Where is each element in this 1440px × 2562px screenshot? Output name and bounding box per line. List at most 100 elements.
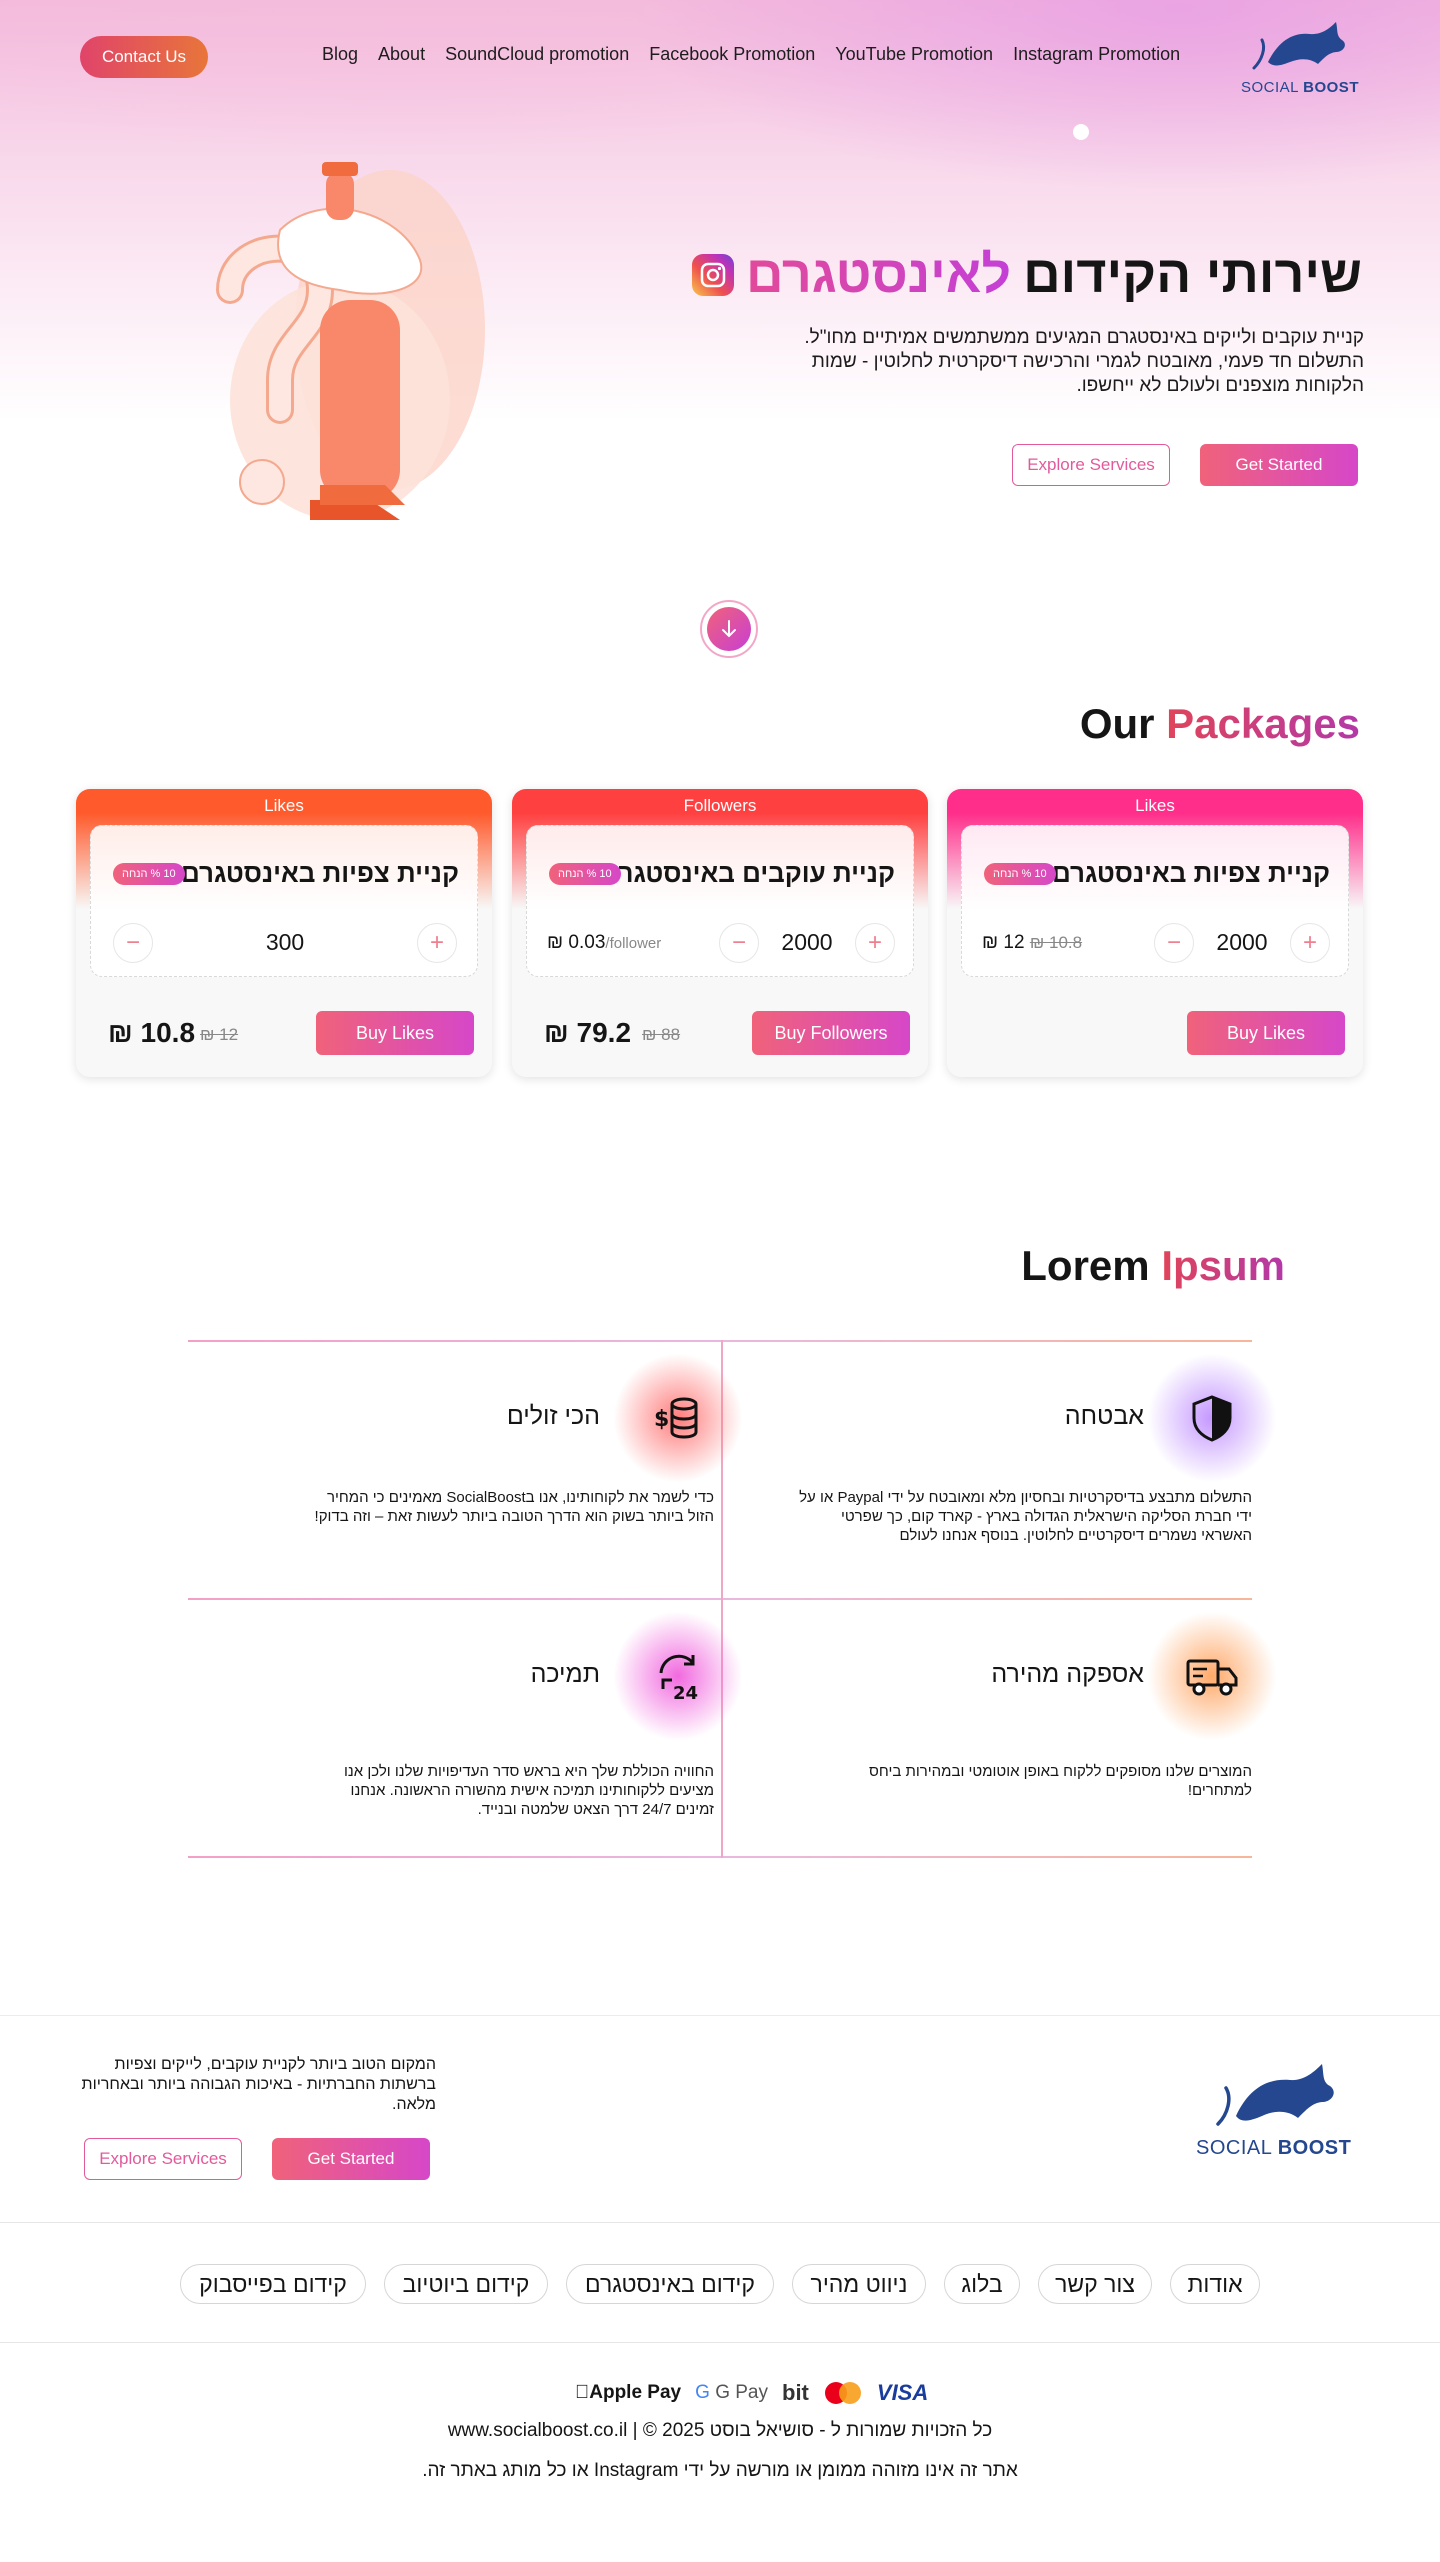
divider-line [188,1340,1252,1342]
visa-icon: VISA [862,2380,928,2405]
unit-price: ₪ 12 ₪ 10.8 [982,932,1082,954]
buy-likes-button[interactable]: Buy Likes [1187,1011,1345,1055]
payment-methods: Apple Pay G G Pay bit VISA [575,2380,928,2406]
quantity-value[interactable]: 2000 [1198,929,1286,956]
decrease-button[interactable]: − [719,923,759,963]
features-heading-plain: Lorem [1021,1242,1150,1289]
card-inner-box: קניית צפיות באינסטגרם 10 % הנחה ₪ 12 ₪ 1… [961,825,1349,977]
site-logo[interactable]: SOCIAL BOOST [1240,18,1360,98]
logo-text-social: SOCIAL [1196,2137,1272,2159]
buy-likes-button[interactable]: Buy Likes [316,1011,474,1055]
feature-title-security: אבטחה [1064,1402,1144,1430]
unit-price-value: ₪ 0.03 [547,932,606,953]
scroll-down-button[interactable] [700,600,758,658]
feature-title-cheapest: הכי זולים [506,1402,600,1430]
increase-button[interactable]: + [1290,923,1330,963]
price-current: ₪ 10.8 [108,1017,196,1048]
apple-pay-icon: Apple Pay [575,2382,681,2403]
package-card-likes-2000: Likes קניית צפיות באינסטגרם 10 % הנחה ₪ … [947,789,1363,1077]
footer-logo[interactable]: SOCIAL BOOST [1196,2058,1351,2159]
footer-divider [0,2015,1440,2016]
nav-instagram-promotion[interactable]: Instagram Promotion [1013,44,1180,65]
footer-link-quick-nav[interactable]: ניווט מהיר [792,2264,926,2304]
decrease-button[interactable]: − [1154,923,1194,963]
card-title: קניית עוקבים באינסטגרם [600,858,895,888]
card-title: קניית צפיות באינסטגרם [1052,858,1330,888]
price-current: ₪ 79.2 [544,1017,632,1048]
nav-blog[interactable]: Blog [322,44,358,65]
footer-divider [0,2342,1440,2343]
features-heading-accent: Ipsum [1161,1242,1285,1289]
feature-desc-support: החוויה הכוללת שלך היא בראש סדר העדיפויות… [344,1763,714,1818]
card-title: קניית צפיות באינסטגרם [181,858,459,888]
truck-icon [1184,1648,1240,1704]
feature-desc-security: התשלום מתבצע בדיסקרטיות ובחסיון מלא ומאו… [799,1489,1252,1544]
features-heading: Lorem Ipsum [1021,1242,1285,1290]
svg-text:$: $ [654,1407,669,1432]
footer-link-facebook-promotion[interactable]: קידום בפייסבוק [180,2264,366,2304]
decrease-button[interactable]: − [113,923,153,963]
bit-icon: bit [767,2380,809,2405]
buy-followers-button[interactable]: Buy Followers [752,1011,910,1055]
quantity-stepper: − 2000 + [719,923,895,963]
lion-logo-icon [1252,22,1345,70]
footer-divider [0,2222,1440,2223]
hero-title-plain: שירותי הקידום [1023,246,1362,304]
increase-button[interactable]: + [855,923,895,963]
nav-about[interactable]: About [378,44,425,65]
feature-title-fast-delivery: אספקה מהירה [991,1660,1144,1688]
quantity-value[interactable]: 300 [225,929,345,956]
nav-youtube-promotion[interactable]: YouTube Promotion [835,44,993,65]
divider-line [188,1598,1252,1600]
unit-price-suffix: /follower [605,935,662,952]
support-24-icon: 24 [650,1648,706,1704]
footer-link-about[interactable]: אודות [1170,2264,1260,2304]
coins-icon: $ [650,1390,706,1446]
footer-get-started-button[interactable]: Get Started [272,2138,430,2180]
logo-text-social: SOCIAL [1241,79,1299,96]
package-card-likes-300: Likes קניית צפיות באינסטגרם 10 % הנחה − … [76,789,492,1077]
contact-us-button[interactable]: Contact Us [80,36,208,78]
feature-desc-cheapest: כדי לשמר את לקוחותינו, אנו בSocialBoost … [314,1489,714,1525]
footer-link-blog[interactable]: בלוג [944,2264,1020,2304]
unit-price-old: ₪ 10.8 [1029,933,1083,952]
google-pay-icon: G G Pay [680,2382,768,2403]
footer-link-youtube-promotion[interactable]: קידום ביוטיוב [384,2264,548,2304]
features-grid: אבטחה התשלום מתבצע בדיסקרטיות ובחסיון מל… [188,1340,1282,1858]
increase-button[interactable]: + [417,923,457,963]
packages-heading-accent: Packages [1166,700,1360,747]
nav-facebook-promotion[interactable]: Facebook Promotion [649,44,815,65]
instagram-icon [691,254,734,296]
disclaimer-text: אתר זה אינו מזוהה ממומן או מורשה על ידי … [422,2460,1018,2481]
unit-price-value: ₪ 12 [982,932,1025,953]
thinking-man-illustration [216,162,485,520]
divider-line [188,1856,1252,1858]
arrow-down-icon [707,607,751,651]
quantity-value[interactable]: 2000 [763,929,851,956]
get-started-button[interactable]: Get Started [1200,444,1358,486]
card-inner-box: קניית עוקבים באינסטגרם 10 % הנחה ₪ 0.03/… [526,825,914,977]
card-inner-box: קניית צפיות באינסטגרם 10 % הנחה − 300 + [90,825,478,977]
discount-badge: 10 % הנחה [984,863,1056,885]
footer-explore-services-button[interactable]: Explore Services [84,2138,242,2180]
packages-heading: Our Packages [1080,700,1360,748]
unit-price: ₪ 0.03/follower [547,932,661,954]
packages-heading-plain: Our [1079,700,1155,747]
logo-text-boost: BOOST [1277,2137,1352,2159]
nav-soundcloud-promotion[interactable]: SoundCloud promotion [445,44,629,65]
price-old: ₪ 12 [200,1025,239,1044]
footer-link-contact[interactable]: צור קשר [1038,2264,1152,2304]
package-card-followers-2000: Followers קניית עוקבים באינסטגרם 10 % הנ… [512,789,928,1077]
mastercard-icon [823,2380,863,2406]
feature-desc-fast-delivery: המוצרים שלנו מסופקים ללקוח באופן אוטומטי… [869,1763,1252,1799]
hero-description: קניית עוקבים ולייקים באינסטגרם המגיעים מ… [804,327,1364,396]
footer-description: המקום הטוב ביותר לקניית עוקבים, לייקים ו… [81,2056,436,2113]
svg-text:24: 24 [673,1683,698,1703]
quantity-stepper: − 300 + [113,923,457,963]
quantity-stepper: − 2000 + [1154,923,1330,963]
decorative-dot [1073,124,1089,140]
explore-services-button[interactable]: Explore Services [1012,444,1170,486]
footer-link-instagram-promotion[interactable]: קידום באינסטגרם [566,2264,774,2304]
feature-title-support: תמיכה [530,1660,600,1688]
main-nav: Blog About SoundCloud promotion Facebook… [322,44,1180,65]
